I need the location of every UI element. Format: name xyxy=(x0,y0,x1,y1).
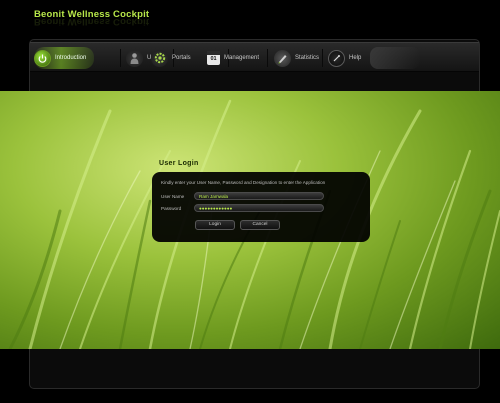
power-icon xyxy=(34,49,51,67)
nav-separator xyxy=(322,49,323,67)
nav-separator xyxy=(267,49,268,67)
main-nav: Introduction Users Portals 01 Management… xyxy=(30,42,479,72)
nav-item-statistics[interactable]: Statistics xyxy=(274,47,319,69)
login-button[interactable]: Login xyxy=(195,220,235,230)
app-title-reflection: Beonit Wellness Cockpit xyxy=(34,19,150,27)
cancel-button[interactable]: Cancel xyxy=(240,220,280,230)
nav-item-management[interactable]: 01 Management xyxy=(206,47,259,69)
gear-icon xyxy=(151,49,168,67)
calendar-icon: 01 xyxy=(207,51,220,65)
help-highlight xyxy=(370,47,420,69)
password-label: Password xyxy=(161,206,182,211)
password-field[interactable] xyxy=(194,204,324,212)
nav-item-help[interactable]: Help xyxy=(328,47,361,69)
pen-icon xyxy=(274,49,291,67)
login-title: User Login xyxy=(159,160,199,167)
nav-item-portals[interactable]: Portals xyxy=(150,47,191,69)
login-instruction: Kindly enter your User Name, Password an… xyxy=(161,180,326,185)
nav-item-introduction[interactable]: Introduction xyxy=(34,47,95,69)
nav-label-help: Help xyxy=(349,55,362,61)
nav-label-introduction: Introduction xyxy=(55,55,87,61)
help-icon xyxy=(328,49,345,67)
username-label: User Name xyxy=(161,194,185,199)
username-field[interactable] xyxy=(194,192,324,200)
nav-label-management: Management xyxy=(224,55,260,61)
nav-separator xyxy=(120,49,121,67)
nav-label-portals: Portals xyxy=(172,55,191,61)
calendar-day: 01 xyxy=(210,56,217,62)
user-icon xyxy=(126,49,143,67)
login-panel: Kindly enter your User Name, Password an… xyxy=(152,172,370,242)
nav-label-statistics: Statistics xyxy=(295,55,320,61)
